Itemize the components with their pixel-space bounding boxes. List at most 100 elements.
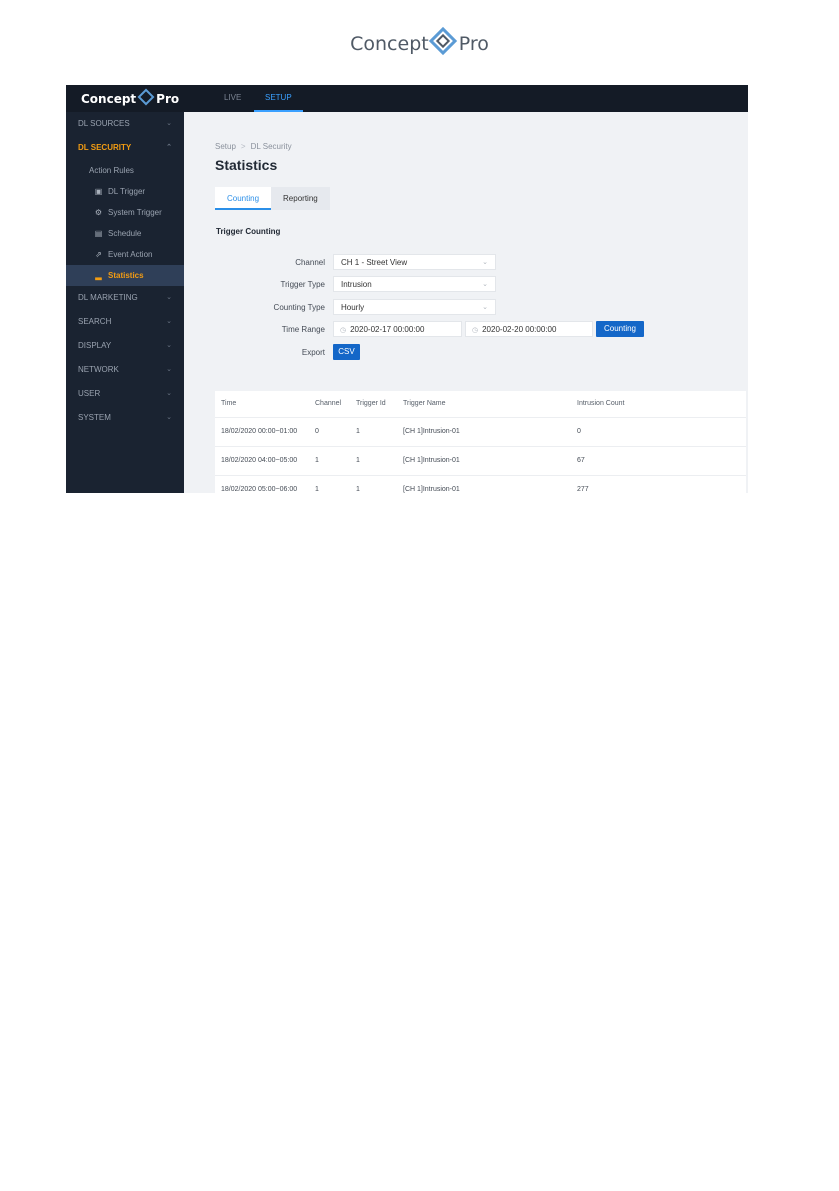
counting-type-value: Hourly [341,303,365,312]
tab-reporting[interactable]: Reporting [271,187,330,210]
cell-trigger-name: [CH 1]Intrusion-01 [403,457,460,464]
event-action-icon: ⇗ [95,250,102,259]
sidebar-item-label: SEARCH [78,317,112,326]
sidebar-item-label: DL Trigger [108,187,146,196]
cell-trigger-name: [CH 1]Intrusion-01 [403,428,460,435]
chevron-down-icon: ⌄ [166,366,172,373]
document-logo: Concept Pro [0,26,839,56]
dl-trigger-icon: ▣ [94,187,103,196]
sidebar-item-system-trigger[interactable]: ⚙ System Trigger [66,202,184,223]
sidebar-item-system[interactable]: SYSTEM ⌄ [66,406,184,430]
clock-icon: ◷ [340,327,347,334]
channel-select[interactable]: CH 1 - Street View ⌄ [333,254,496,270]
time-start-value: 2020-02-17 00:00:00 [350,325,425,334]
sidebar-item-label: DISPLAY [78,341,112,350]
sidebar-item-label: DL SOURCES [78,119,130,128]
cell-intrusion-count: 0 [577,428,581,435]
time-end-input[interactable]: ◷ 2020-02-20 00:00:00 [465,321,593,337]
tab-counting[interactable]: Counting [215,187,272,210]
sidebar-item-user[interactable]: USER ⌄ [66,382,184,406]
chevron-down-icon: ⌄ [166,390,172,397]
cell-channel: 1 [315,457,319,464]
sidebar-item-label: Event Action [108,250,153,259]
table-row: 18/02/2020 00:00~01:00 0 1 [CH 1]Intrusi… [215,417,746,447]
time-start-input[interactable]: ◷ 2020-02-17 00:00:00 [333,321,462,337]
brand-diamond-icon [137,88,155,106]
sidebar-item-network[interactable]: NETWORK ⌄ [66,358,184,382]
breadcrumb-root[interactable]: Setup [215,142,236,151]
chevron-down-icon: ⌄ [166,294,172,301]
cell-intrusion-count: 277 [577,486,589,493]
sidebar-item-dl-marketing[interactable]: DL MARKETING ⌄ [66,286,184,310]
cell-time: 18/02/2020 00:00~01:00 [221,428,298,435]
diamond-logo-icon [428,26,457,56]
column-header[interactable]: Trigger Id [356,391,386,417]
schedule-icon: ▤ [94,229,103,238]
counting-button[interactable]: Counting [596,321,644,337]
main-content: Setup > DL Security Statistics Counting Re… [184,112,748,493]
logo-text-left: Concept [350,33,429,55]
sidebar-item-label: DL MARKETING [78,293,138,302]
sidebar-item-statistics[interactable]: ▂ Statistics [66,265,184,286]
top-bar: Concept Pro LIVE SETUP [66,85,748,112]
trigger-type-select[interactable]: Intrusion ⌄ [333,276,496,292]
chevron-down-icon: ⌄ [166,414,172,421]
sidebar-item-label: DL SECURITY [78,143,132,152]
cell-trigger-name: [CH 1]Intrusion-01 [403,486,460,493]
cell-intrusion-count: 67 [577,457,585,464]
breadcrumb: Setup > DL Security [215,142,292,151]
breadcrumb-separator-icon: > [240,142,246,151]
column-header[interactable]: Channel [315,391,341,417]
brand-text-left: Concept [81,92,137,106]
counting-type-select[interactable]: Hourly ⌄ [333,299,496,315]
export-label: Export [301,348,325,357]
column-header[interactable]: Trigger Name [403,391,446,417]
results-table: Time Channel Trigger Id Trigger Name Int… [215,391,746,493]
brand-text-right: Pro [156,92,180,106]
chevron-down-icon: ⌄ [166,120,172,127]
time-end-value: 2020-02-20 00:00:00 [482,325,557,334]
table-header: Time Channel Trigger Id Trigger Name Int… [215,391,746,418]
statistics-icon: ▂ [95,271,102,280]
sidebar: DL SOURCES ⌄ DL SECURITY ⌃ Action Rules ▣ D… [66,112,184,493]
sidebar-item-dl-security[interactable]: DL SECURITY ⌃ [66,136,184,160]
logo-text-right: Pro [458,33,489,55]
system-trigger-icon: ⚙ [94,208,103,217]
table-row: 18/02/2020 04:00~05:00 1 1 [CH 1]Intrusi… [215,446,746,476]
sidebar-item-search[interactable]: SEARCH ⌄ [66,310,184,334]
sidebar-item-display[interactable]: DISPLAY ⌄ [66,334,184,358]
sidebar-item-label: Schedule [108,229,142,238]
chevron-down-icon: ⌄ [166,342,172,349]
sidebar-item-label: SYSTEM [78,413,111,422]
sidebar-item-label: Statistics [108,271,144,280]
chevron-down-icon: ⌄ [482,304,488,311]
sidebar-item-schedule[interactable]: ▤ Schedule [66,223,184,244]
section-title: Trigger Counting [216,227,281,236]
cell-channel: 0 [315,428,319,435]
cell-time: 18/02/2020 05:00~06:00 [221,486,298,493]
channel-value: CH 1 - Street View [341,258,408,267]
breadcrumb-current: DL Security [250,142,292,151]
sidebar-item-label: System Trigger [108,208,162,217]
chevron-down-icon: ⌄ [166,318,172,325]
column-header[interactable]: Time [221,391,236,417]
csv-button[interactable]: CSV [333,344,360,360]
cell-time: 18/02/2020 04:00~05:00 [221,457,298,464]
sidebar-item-action-rules[interactable]: Action Rules [66,160,184,181]
app-screenshot: Concept Pro LIVE SETUP DL SOURCES ⌄ DL SEC… [66,85,748,493]
cell-channel: 1 [315,486,319,493]
chevron-down-icon: ⌄ [482,259,488,266]
page-title: Statistics [215,157,278,173]
cell-trigger-id: 1 [356,457,360,464]
sidebar-item-dl-trigger[interactable]: ▣ DL Trigger [66,181,184,202]
app-brand: Concept Pro [81,88,180,106]
counting-type-label: Counting Type [273,303,325,312]
chevron-down-icon: ⌄ [482,281,488,288]
table-row: 18/02/2020 05:00~06:00 1 1 [CH 1]Intrusi… [215,475,746,493]
tab-live[interactable]: LIVE [224,85,241,112]
tab-setup[interactable]: SETUP [254,85,303,112]
sidebar-item-dl-sources[interactable]: DL SOURCES ⌄ [66,112,184,136]
sidebar-item-event-action[interactable]: ⇗ Event Action [66,244,184,265]
column-header[interactable]: Intrusion Count [577,391,624,417]
cell-trigger-id: 1 [356,428,360,435]
